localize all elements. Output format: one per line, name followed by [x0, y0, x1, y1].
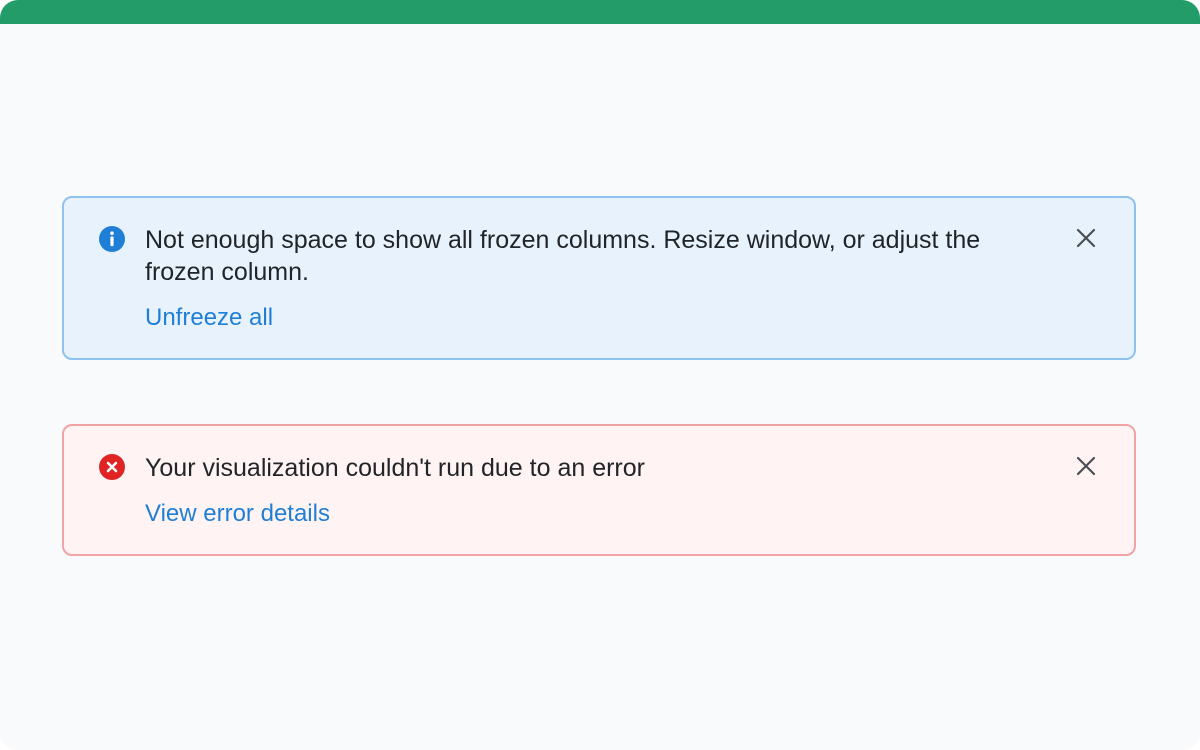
page-frame: Not enough space to show all frozen colu… [0, 0, 1200, 750]
error-icon [98, 453, 126, 481]
accent-bar [0, 0, 1200, 24]
info-alert-message: Not enough space to show all frozen colu… [145, 226, 981, 286]
info-alert-banner: Not enough space to show all frozen colu… [62, 196, 1136, 360]
close-icon[interactable] [1072, 452, 1100, 480]
info-icon [98, 225, 126, 253]
view-error-details-link[interactable]: View error details [145, 499, 330, 529]
error-alert-banner: Your visualization couldn't run due to a… [62, 424, 1136, 556]
close-icon[interactable] [1072, 224, 1100, 252]
unfreeze-all-link[interactable]: Unfreeze all [145, 303, 273, 333]
error-alert-message: Your visualization couldn't run due to a… [145, 454, 645, 482]
